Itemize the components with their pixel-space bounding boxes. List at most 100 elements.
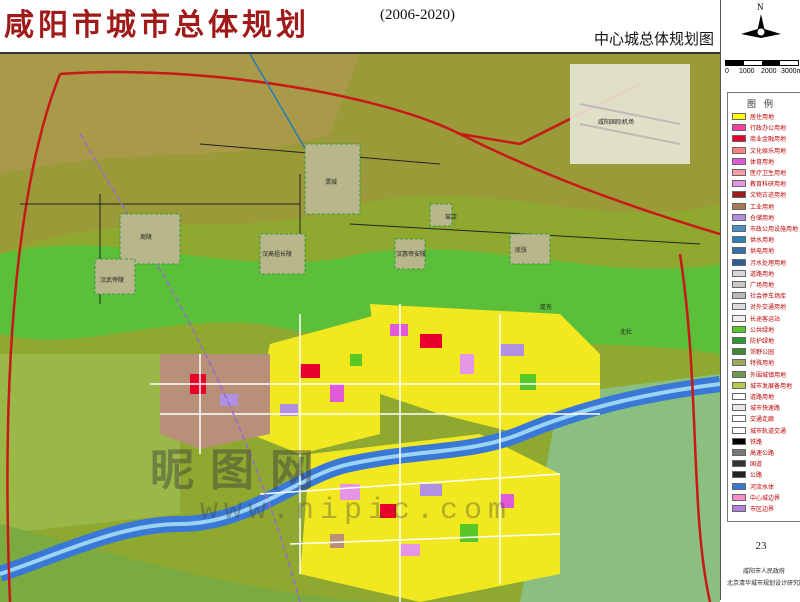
north-arrow-icon <box>741 14 781 38</box>
legend-label: 道路用地 <box>750 394 775 401</box>
legend-label: 中心城边界 <box>750 494 781 502</box>
credit-line: 咸阳市人民政府 <box>742 568 785 575</box>
legend-item: 城市轨道交通 <box>732 426 800 435</box>
map-title: 咸阳市城市总体规划 <box>4 8 310 43</box>
legend-label: 行政办公用地 <box>750 125 787 133</box>
legend-swatch <box>732 337 746 344</box>
legend-label: 社会停车场库 <box>750 293 787 301</box>
legend-swatch <box>732 258 746 266</box>
legend-label: 污水处理用地 <box>750 259 787 267</box>
legend-swatch <box>732 471 746 479</box>
legend-item: 仓储用地 <box>732 213 800 222</box>
legend-swatch <box>732 314 746 322</box>
legend-item: 医疗卫生用地 <box>732 169 800 177</box>
legend-label: 供电用地 <box>750 248 775 256</box>
legend-item: 供电用地 <box>732 247 800 255</box>
legend-swatch <box>732 292 746 300</box>
legend-label: 对外交通用地 <box>750 304 787 312</box>
legend-label: 国道 <box>750 461 763 469</box>
legend-item: 体育用地 <box>732 157 800 166</box>
legend-item: 城市快速路 <box>732 404 800 412</box>
credits: 咸阳市人民政府 北京清华城市规划设计研究院 <box>727 566 800 590</box>
legend-swatch <box>732 493 746 501</box>
map-label-weicheng: 渭城 <box>325 178 337 186</box>
legend-swatch <box>732 124 746 132</box>
legend-label: 医疗卫生用地 <box>750 170 787 177</box>
legend-label: 公路 <box>750 472 763 480</box>
scale-label-3000: 3000m <box>781 68 800 75</box>
legend-item: 特殊用地 <box>732 359 800 367</box>
map-label-yaodian: 窑店 <box>445 213 457 221</box>
legend-swatch <box>732 303 746 311</box>
legend-item: 商业金融用地 <box>732 135 800 143</box>
planning-map[interactable]: 咸阳国际机场 窑店 渭城 周陵 汉武帝陵 汉高祖长陵 汉惠帝安陵 底张 庞东 北… <box>0 52 720 602</box>
legend-item: 高速公路 <box>732 449 800 457</box>
legend-item: 长途客运站 <box>732 314 800 323</box>
legend-item: 道路用地 <box>732 269 800 278</box>
map-label-beidu: 北杜 <box>620 328 632 336</box>
legend-item: 中心城边界 <box>732 493 800 502</box>
legend-swatch <box>732 169 746 176</box>
legend-swatch <box>732 180 746 188</box>
legend-swatch <box>732 225 746 232</box>
watermark-url: www.nipic.com <box>200 494 513 528</box>
legend-swatch <box>732 146 746 154</box>
legend-label: 河流水体 <box>750 483 775 491</box>
map-label-changling: 汉高祖长陵 <box>262 250 292 258</box>
legend-item: 道路用地 <box>732 393 800 401</box>
legend-swatch <box>732 202 746 210</box>
page-number: 23 <box>755 540 767 552</box>
legend-title: 图例 <box>746 100 781 110</box>
legend-swatch <box>732 426 746 434</box>
legend-label: 交通走廊 <box>750 416 775 424</box>
legend-label: 城市发展备用地 <box>750 382 793 390</box>
legend-label: 道路用地 <box>750 270 775 278</box>
legend-swatch <box>732 348 746 356</box>
legend-item: 铁路 <box>732 437 800 446</box>
legend-swatch <box>732 325 746 333</box>
legend-label: 工业用地 <box>750 203 775 211</box>
legend-swatch <box>732 404 746 412</box>
legend-label: 广场用地 <box>750 282 775 289</box>
legend-item: 公路 <box>732 471 800 479</box>
legend-label: 特殊用地 <box>750 360 775 368</box>
legend-item: 国道 <box>732 460 800 468</box>
legend-item: 供水用地 <box>732 236 800 244</box>
legend-swatch <box>732 157 746 165</box>
legend-item: 居住用地 <box>732 113 800 121</box>
scale-label-2000: 2000 <box>761 68 777 75</box>
legend-swatch <box>732 437 746 445</box>
legend-label: 市区边界 <box>750 506 775 513</box>
legend-item: 市政公用设施用地 <box>732 225 800 233</box>
legend-label: 城市轨道交通 <box>750 427 787 435</box>
legend-swatch <box>732 269 746 277</box>
credit-line: 北京清华城市规划设计研究院 <box>727 580 800 587</box>
legend-label: 郊野公园 <box>750 349 775 357</box>
map-subtitle: 中心城总体规划图 <box>593 30 714 48</box>
legend-item: 广场用地 <box>732 281 800 289</box>
legend-swatch <box>732 135 746 143</box>
legend-item: 河流水体 <box>732 482 800 491</box>
map-years: (2006-2020) <box>380 7 455 23</box>
legend-label: 仓储用地 <box>750 214 775 222</box>
legend-item: 社会停车场库 <box>732 292 800 300</box>
legend-swatch <box>732 393 746 400</box>
legend-panel: N 0 1000 2000 3000m 图例 居住用地 行政办公用地 商业金融用地文… <box>720 0 800 600</box>
legend-label: 长途客运站 <box>750 315 781 323</box>
legend-label: 体育用地 <box>750 158 775 166</box>
legend-item: 对外交通用地 <box>732 303 800 311</box>
scale-bar <box>725 60 799 66</box>
legend-item: 市区边界 <box>732 505 800 513</box>
map-label-airport: 咸阳国际机场 <box>598 118 634 126</box>
legend: 图例 居住用地行政办公用地商业金融用地 文化娱乐用地 体育用地医疗卫生用地教育科研用… <box>727 92 800 522</box>
legend-label: 防护绿地 <box>750 338 775 345</box>
legend-label: 铁路 <box>750 438 763 446</box>
legend-label: 文化娱乐用地 <box>750 147 787 155</box>
legend-label: 居住用地 <box>750 114 775 121</box>
legend-item: 文化娱乐用地 <box>732 146 800 155</box>
legend-swatch <box>732 191 746 199</box>
legend-item: 教育科研用地 <box>732 180 800 188</box>
legend-swatch <box>732 449 746 456</box>
map-label-zhouling: 周陵 <box>140 233 152 241</box>
map-label-wudi-mausoleum: 汉武帝陵 <box>100 276 124 284</box>
